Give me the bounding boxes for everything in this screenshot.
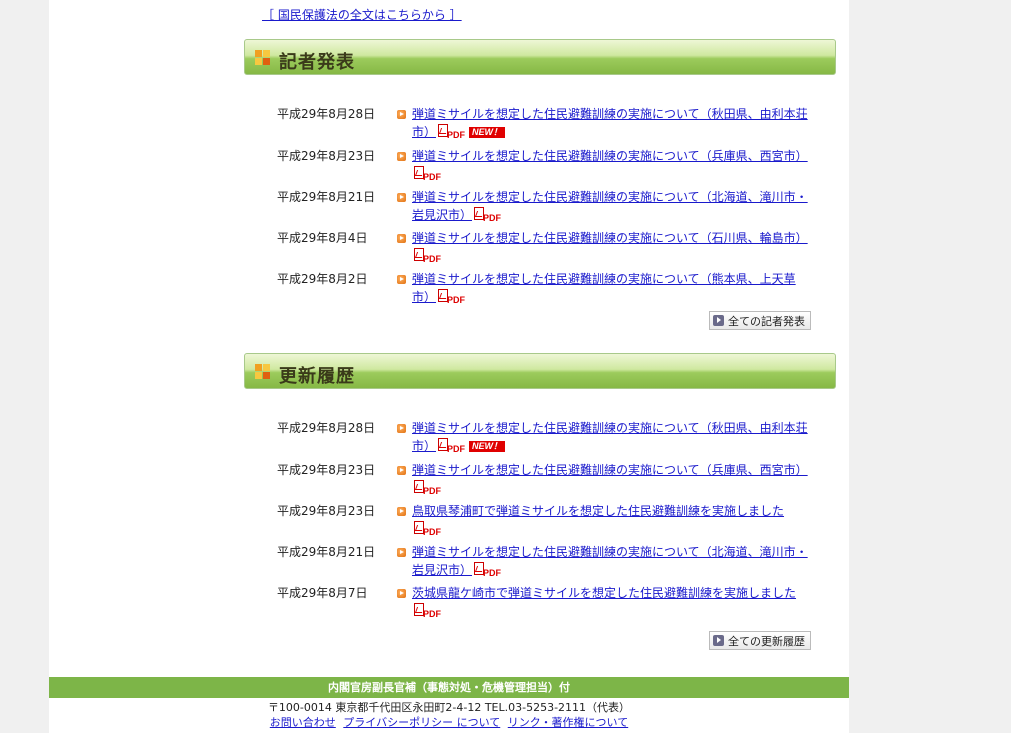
contact-link[interactable]: お問い合わせ [270, 716, 336, 729]
news-date: 平成29年8月23日 [277, 504, 376, 518]
pdf-icon[interactable]: PDF [414, 521, 442, 537]
news-link[interactable]: 弾道ミサイルを想定した住民避難訓練の実施について（北海道、滝川市・岩見沢市） [412, 190, 808, 222]
news-date: 平成29年8月28日 [277, 421, 376, 435]
news-entry: 弾道ミサイルを想定した住民避難訓練の実施について（熊本県、上天草市） PDF [412, 270, 810, 306]
news-date: 平成29年8月23日 [277, 463, 376, 477]
news-date: 平成29年8月4日 [277, 231, 368, 245]
all-history-button-label: 全ての更新履歴 [728, 634, 805, 648]
arrow-right-icon [713, 315, 724, 326]
press-section-header: 記者発表 [244, 39, 836, 75]
news-link[interactable]: 弾道ミサイルを想定した住民避難訓練の実施について（兵庫県、西宮市） [412, 463, 808, 477]
list-item: 平成29年8月28日 弾道ミサイルを想定した住民避難訓練の実施について（秋田県、由… [277, 419, 817, 455]
bullet-arrow-icon [397, 275, 406, 284]
pdf-label: PDF [423, 172, 441, 182]
all-press-button[interactable]: 全ての記者発表 [709, 311, 811, 330]
pdf-icon[interactable]: PDF [474, 562, 502, 578]
bullet-arrow-icon [397, 589, 406, 598]
press-section-title: 記者発表 [279, 52, 355, 73]
pdf-label: PDF [447, 295, 466, 305]
history-list: 平成29年8月28日 弾道ミサイルを想定した住民避難訓練の実施について（秋田県、由… [277, 419, 817, 625]
news-entry: 弾道ミサイルを想定した住民避難訓練の実施について（北海道、滝川市・岩見沢市） PD… [412, 543, 810, 579]
pdf-label: PDF [483, 568, 502, 578]
list-item: 平成29年8月21日 弾道ミサイルを想定した住民避難訓練の実施について（北海道、滝… [277, 188, 817, 224]
all-history-button[interactable]: 全ての更新履歴 [709, 631, 811, 650]
pdf-label: PDF [423, 527, 441, 537]
bullet-arrow-icon [397, 152, 406, 161]
bullet-arrow-icon [397, 548, 406, 557]
news-entry: 弾道ミサイルを想定した住民避難訓練の実施について（石川県、輪島市） PDF [412, 229, 810, 265]
pdf-label: PDF [447, 444, 466, 454]
history-section-title: 更新履歴 [279, 366, 355, 387]
news-entry: 茨城県龍ケ崎市で弾道ミサイルを想定した住民避難訓練を実施しました PDF [412, 584, 810, 620]
footer-links: お問い合わせ プライバシーポリシー について リンク・著作権について [49, 714, 849, 730]
bullet-arrow-icon [397, 110, 406, 119]
grid-squares-icon [255, 50, 271, 66]
news-link[interactable]: 弾道ミサイルを想定した住民避難訓練の実施について（石川県、輪島市） [412, 231, 808, 245]
list-item: 平成29年8月23日 弾道ミサイルを想定した住民避難訓練の実施について（兵庫県、西… [277, 147, 817, 183]
news-link[interactable]: 鳥取県琴浦町で弾道ミサイルを想定した住民避難訓練を実施しました [412, 504, 784, 518]
pdf-icon[interactable]: PDF [438, 289, 466, 305]
pdf-label: PDF [423, 486, 441, 496]
list-item: 平成29年8月4日 弾道ミサイルを想定した住民避難訓練の実施について（石川県、輪島… [277, 229, 817, 265]
pdf-icon[interactable]: PDF [414, 166, 442, 182]
list-item: 平成29年8月21日 弾道ミサイルを想定した住民避難訓練の実施について（北海道、滝… [277, 543, 817, 579]
all-press-button-label: 全ての記者発表 [728, 314, 805, 328]
privacy-policy-link[interactable]: プライバシーポリシー について [343, 716, 500, 729]
bullet-arrow-icon [397, 424, 406, 433]
list-item: 平成29年8月23日 弾道ミサイルを想定した住民避難訓練の実施について（兵庫県、西… [277, 461, 817, 497]
footer-org-bar: 内閣官房副長官補（事態対処・危機管理担当）付 [49, 677, 849, 698]
news-date: 平成29年8月2日 [277, 272, 368, 286]
link-copyright-link[interactable]: リンク・著作権について [508, 716, 628, 729]
pdf-icon[interactable]: PDF [414, 603, 442, 619]
footer-address: 〒100-0014 東京都千代田区永田町2-4-12 TEL.03-5253-2… [267, 701, 631, 714]
news-entry: 弾道ミサイルを想定した住民避難訓練の実施について（秋田県、由利本荘市） PDF NE… [412, 105, 810, 141]
new-badge: NEW！ [469, 441, 506, 452]
news-entry: 弾道ミサイルを想定した住民避難訓練の実施について（兵庫県、西宮市） PDF [412, 461, 810, 497]
news-date: 平成29年8月7日 [277, 586, 368, 600]
grid-squares-icon [255, 364, 271, 380]
news-entry: 弾道ミサイルを想定した住民避難訓練の実施について（兵庫県、西宮市） PDF [412, 147, 810, 183]
pdf-icon[interactable]: PDF [474, 207, 502, 223]
bullet-arrow-icon [397, 234, 406, 243]
pdf-icon[interactable]: PDF [414, 248, 442, 264]
pdf-icon[interactable]: PDF [438, 438, 466, 454]
press-list: 平成29年8月28日 弾道ミサイルを想定した住民避難訓練の実施について（秋田県、由… [277, 105, 817, 311]
new-badge: NEW！ [469, 127, 506, 138]
pdf-icon[interactable]: PDF [414, 480, 442, 496]
news-link[interactable]: 弾道ミサイルを想定した住民避難訓練の実施について（兵庫県、西宮市） [412, 149, 808, 163]
news-date: 平成29年8月21日 [277, 190, 376, 204]
news-date: 平成29年8月28日 [277, 107, 376, 121]
news-link[interactable]: 茨城県龍ケ崎市で弾道ミサイルを想定した住民避難訓練を実施しました [412, 586, 796, 600]
list-item: 平成29年8月2日 弾道ミサイルを想定した住民避難訓練の実施について（熊本県、上天… [277, 270, 817, 306]
list-item: 平成29年8月23日 鳥取県琴浦町で弾道ミサイルを想定した住民避難訓練を実施しまし… [277, 502, 817, 538]
bullet-arrow-icon [397, 466, 406, 475]
news-link[interactable]: 弾道ミサイルを想定した住民避難訓練の実施について（北海道、滝川市・岩見沢市） [412, 545, 808, 577]
news-entry: 鳥取県琴浦町で弾道ミサイルを想定した住民避難訓練を実施しました PDF [412, 502, 810, 538]
history-section-header: 更新履歴 [244, 353, 836, 389]
pdf-icon[interactable]: PDF [438, 124, 466, 140]
news-link[interactable]: 弾道ミサイルを想定した住民避難訓練の実施について（熊本県、上天草市） [412, 272, 796, 304]
list-item: 平成29年8月7日 茨城県龍ケ崎市で弾道ミサイルを想定した住民避難訓練を実施しまし… [277, 584, 817, 620]
bullet-arrow-icon [397, 507, 406, 516]
news-entry: 弾道ミサイルを想定した住民避難訓練の実施について（秋田県、由利本荘市） PDF NE… [412, 419, 810, 455]
kokumin-hogo-law-link[interactable]: ［ 国民保護法の全文はこちらから ］ [262, 6, 462, 23]
pdf-label: PDF [423, 254, 441, 264]
pdf-label: PDF [447, 130, 466, 140]
bullet-arrow-icon [397, 193, 406, 202]
arrow-right-icon [713, 635, 724, 646]
news-date: 平成29年8月21日 [277, 545, 376, 559]
news-date: 平成29年8月23日 [277, 149, 376, 163]
page-content: ［ 国民保護法の全文はこちらから ］ 記者発表 平成29年8月28日弾道ミサイル… [49, 0, 849, 733]
pdf-label: PDF [423, 609, 441, 619]
list-item: 平成29年8月28日 弾道ミサイルを想定した住民避難訓練の実施について（秋田県、由… [277, 105, 817, 141]
news-entry: 弾道ミサイルを想定した住民避難訓練の実施について（北海道、滝川市・岩見沢市） PD… [412, 188, 810, 224]
pdf-label: PDF [483, 213, 502, 223]
